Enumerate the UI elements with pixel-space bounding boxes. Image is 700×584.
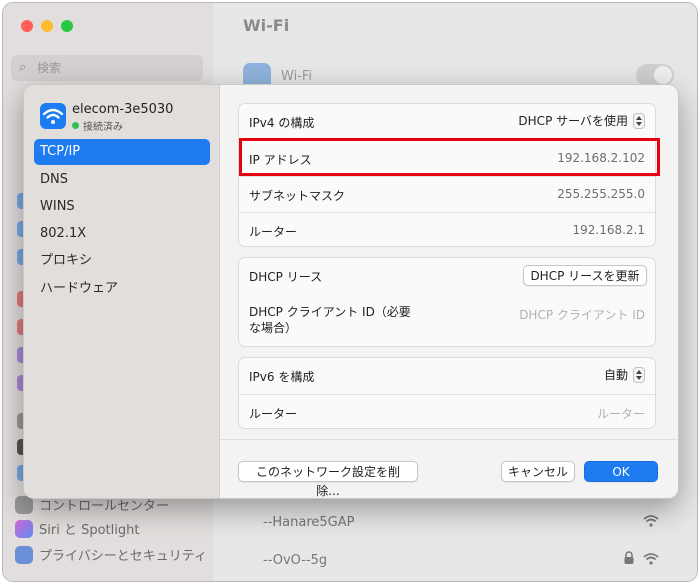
siri-icon xyxy=(15,519,33,538)
privacy-hand-icon xyxy=(15,545,33,564)
ipv6-settings-group: IPv6 を構成 自動 ルーター ルーター xyxy=(238,357,656,429)
window-title: Wi-Fi xyxy=(243,16,290,35)
sidebar-search-input[interactable]: ⌕ 検索 xyxy=(11,55,203,81)
ipv6-configure-row: IPv6 を構成 自動 xyxy=(239,358,655,394)
dialog-footer-divider xyxy=(220,439,678,440)
zoom-window-button[interactable] xyxy=(61,20,73,32)
subnet-mask-row: サブネットマスク 255.255.255.0 xyxy=(239,176,655,213)
search-placeholder: 検索 xyxy=(37,61,62,75)
tab-802-1x[interactable]: 802.1X xyxy=(34,221,210,247)
renew-dhcp-lease-button[interactable]: DHCP リースを更新 xyxy=(523,265,647,286)
router-label: ルーター xyxy=(249,225,298,239)
connected-dot-icon xyxy=(72,122,79,129)
dhcp-client-id-label: DHCP クライアント ID（必要な場合） xyxy=(249,305,411,335)
network-row[interactable]: --Hanare5GAP xyxy=(233,505,673,541)
tab-proxy[interactable]: プロキシ xyxy=(34,248,210,274)
wifi-signal-icon xyxy=(643,515,659,527)
ipv6-configure-value: 自動 xyxy=(603,368,628,382)
sidebar-item-label: Siri と Spotlight xyxy=(39,523,140,538)
wifi-signal-icon xyxy=(643,553,659,565)
ok-button[interactable]: OK xyxy=(584,461,658,482)
delete-network-settings-button[interactable]: このネットワーク設定を削除... xyxy=(238,461,418,498)
subnet-mask-value: 255.255.255.0 xyxy=(557,187,645,201)
chevron-up-down-icon xyxy=(633,112,645,129)
network-name: --Hanare5GAP xyxy=(263,515,355,530)
tab-wins[interactable]: WINS xyxy=(34,194,210,220)
sidebar-item-label: プライバシーとセキュリティ xyxy=(39,549,207,564)
dhcp-lease-label: DHCP リース xyxy=(249,270,323,284)
search-icon: ⌕ xyxy=(19,60,27,75)
wifi-label: Wi-Fi xyxy=(281,69,313,84)
wifi-toggle[interactable] xyxy=(636,64,674,86)
ipv4-configure-row: IPv4 の構成 DHCP サーバを使用 xyxy=(239,104,655,140)
tab-dns[interactable]: DNS xyxy=(34,167,210,193)
router-value: 192.168.2.1 xyxy=(572,223,645,237)
ipv4-configure-popup[interactable]: DHCP サーバを使用 xyxy=(518,112,645,129)
dhcp-client-id-row: DHCP クライアント ID（必要な場合） DHCP クライアント ID xyxy=(239,296,655,344)
network-status-text: 接続済み xyxy=(83,122,123,133)
tab-tcp-ip[interactable]: TCP/IP xyxy=(34,139,210,165)
router-row: ルーター 192.168.2.1 xyxy=(239,212,655,249)
tab-hardware[interactable]: ハードウェア xyxy=(34,276,210,302)
ipv6-router-input[interactable]: ルーター xyxy=(597,405,645,422)
sidebar-item-siri-spotlight[interactable]: Siri と Spotlight xyxy=(15,519,139,538)
network-status: 接続済み xyxy=(72,118,123,133)
subnet-mask-label: サブネットマスク xyxy=(249,189,346,203)
ipv6-configure-popup[interactable]: 自動 xyxy=(604,366,645,383)
dhcp-client-id-input[interactable]: DHCP クライアント ID xyxy=(519,306,645,323)
lock-icon xyxy=(624,551,634,564)
ipv6-router-label: ルーター xyxy=(249,407,298,421)
ipv4-configure-label: IPv4 の構成 xyxy=(249,116,315,130)
network-name: --OvO--5g xyxy=(263,553,328,568)
network-row[interactable]: --OvO--5g xyxy=(233,543,673,579)
ipv6-configure-label: IPv6 を構成 xyxy=(249,370,315,384)
dhcp-settings-group: DHCP リース DHCP リースを更新 DHCP クライアント ID（必要な場… xyxy=(238,257,656,347)
minimize-window-button[interactable] xyxy=(41,20,53,32)
ipv6-router-row: ルーター ルーター xyxy=(239,394,655,431)
sidebar-item-privacy[interactable]: プライバシーとセキュリティ xyxy=(15,545,207,564)
ipv4-configure-value: DHCP サーバを使用 xyxy=(518,114,628,128)
highlight-box xyxy=(239,138,660,176)
dhcp-lease-row: DHCP リース DHCP リースを更新 xyxy=(239,258,655,294)
cancel-button[interactable]: キャンセル xyxy=(501,461,575,482)
close-window-button[interactable] xyxy=(21,20,33,32)
dialog-sidebar: elecom-3e5030 接続済み TCP/IP DNS WINS 802.1… xyxy=(24,85,220,498)
chevron-up-down-icon xyxy=(633,366,645,383)
network-wifi-icon xyxy=(40,103,66,129)
network-name: elecom-3e5030 xyxy=(72,102,174,117)
